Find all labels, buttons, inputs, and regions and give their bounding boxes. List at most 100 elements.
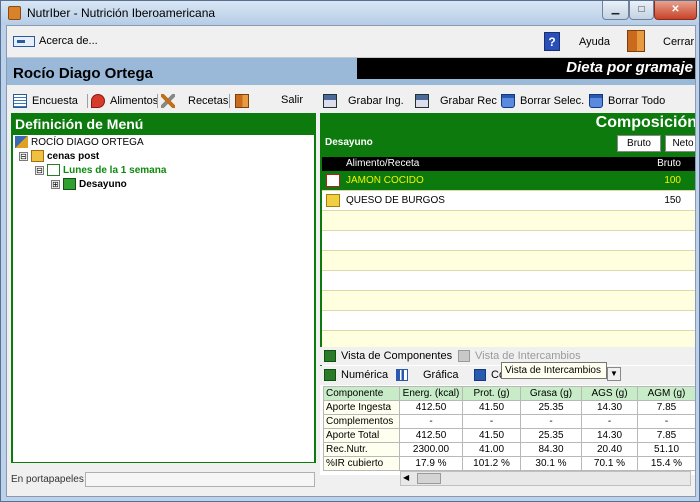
table-row-empty[interactable] (322, 231, 695, 251)
help-icon[interactable]: ? (544, 32, 560, 51)
header-agm: AGM (g) (637, 386, 695, 401)
scrollbar-thumb[interactable] (417, 473, 441, 484)
exit-icon[interactable] (235, 94, 249, 108)
row-label: Complementos (323, 414, 400, 429)
cell-value: 41.50 (462, 428, 521, 443)
composition-panel: Composición Desayuno Bruto Neto Alimento… (320, 113, 695, 373)
right-toolbar: Grabar Ing. Grabar Rec Borrar Selec. Bor… (319, 91, 695, 111)
config-icon (474, 369, 486, 381)
horizontal-scrollbar[interactable]: ◀ (400, 471, 691, 486)
encuesta-button[interactable]: Encuesta (13, 94, 78, 108)
table-row[interactable]: %IR cubierto 17.9 % 101.2 % 30.1 % 70.1 … (323, 456, 695, 471)
cell-value: 7.85 (637, 400, 695, 415)
table-row[interactable]: Aporte Total 412.50 41.50 25.35 14.30 7.… (323, 428, 695, 443)
status-field (85, 472, 315, 487)
recipe-icon (161, 94, 175, 108)
cheese-icon (326, 194, 340, 207)
client-area: Acerca de... ? Ayuda Cerrar Rocío Diago … (6, 25, 696, 497)
tab-graphic[interactable]: Gráfica (396, 369, 458, 381)
cell-value: 101.2 % (462, 456, 521, 471)
collapse-toggle[interactable]: ⊟ (19, 151, 28, 161)
cell-value: 14.30 (581, 400, 638, 415)
row-label: Aporte Total (323, 428, 400, 443)
tab-components-label: Vista de Componentes (341, 350, 453, 362)
recetas-label: Recetas (188, 95, 229, 107)
expand-toggle[interactable]: ⊞ (51, 179, 60, 189)
tree-label-patient: ROCÍO DIAGO ORTEGA (31, 136, 144, 148)
grabar-rec-label: Grabar Rec (440, 95, 497, 107)
tab-numeric-label: Numérica (341, 369, 389, 381)
exit-door-icon[interactable] (627, 30, 645, 52)
cell-value: - (637, 414, 695, 429)
cell-value: 14.30 (581, 428, 638, 443)
bar-chart-icon (396, 369, 408, 381)
close-window-button[interactable]: ✕ (654, 1, 697, 20)
salir-button[interactable]: Salir (281, 94, 303, 106)
left-toolbar: Encuesta Alimentos Recetas Salir (7, 91, 315, 111)
tree-node-plan[interactable]: ⊟ cenas post (19, 150, 99, 162)
food-grid: Alimento/Receta Bruto JAMON COCIDO 100 Q… (322, 157, 695, 372)
table-row[interactable]: QUESO DE BURGOS 150 (322, 191, 695, 211)
patient-bar: Rocío Diago Ortega Dieta por gramaje (7, 58, 695, 85)
bruto-button[interactable]: Bruto (617, 135, 661, 152)
cell-value: 70.1 % (581, 456, 638, 471)
save-disk-icon (323, 94, 337, 108)
maximize-button[interactable]: □ (629, 1, 654, 20)
tree-label-meal: Desayuno (79, 178, 127, 190)
cell-value: 41.50 (462, 400, 521, 415)
cell-value: - (520, 414, 582, 429)
components-grid-icon (324, 350, 336, 362)
plan-book-icon (31, 150, 44, 162)
column-food: Alimento/Receta (346, 158, 420, 169)
neto-button[interactable]: Neto (665, 135, 695, 152)
table-row-empty[interactable] (322, 291, 695, 311)
tree-node-day[interactable]: ⊟ Lunes de la 1 semana (35, 164, 166, 176)
about-button[interactable]: Acerca de... (13, 35, 98, 47)
table-row-empty[interactable] (322, 311, 695, 331)
header-energy: Energ. (kcal) (399, 386, 463, 401)
minimize-button[interactable]: ▁ (602, 1, 629, 20)
cell-value: 41.00 (462, 442, 521, 457)
table-row[interactable]: Aporte Ingesta 412.50 41.50 25.35 14.30 … (323, 400, 695, 415)
tab-exchanges-view[interactable]: Vista de Intercambios (458, 350, 581, 362)
tab-numeric[interactable]: Numérica (324, 369, 388, 381)
row-label: Rec.Nutr. (323, 442, 400, 457)
tab-components-view[interactable]: Vista de Componentes (324, 350, 452, 362)
calendar-icon (47, 164, 60, 176)
tab-graphic-label: Gráfica (423, 369, 459, 381)
help-button[interactable]: Ayuda (579, 36, 610, 48)
trash-icon (589, 94, 603, 108)
tree-node-patient[interactable]: ROCÍO DIAGO ORTEGA (15, 136, 144, 148)
patient-name: Rocío Diago Ortega (13, 65, 154, 82)
cell-value: 51.10 (637, 442, 695, 457)
table-row[interactable]: Complementos - - - - - (323, 414, 695, 429)
scroll-left-icon[interactable]: ◀ (403, 473, 409, 482)
menu-definition-panel: Definición de Menú ROCÍO DIAGO ORTEGA ⊟ … (11, 113, 316, 463)
header-component: Componente (323, 386, 400, 401)
grabar-rec-button[interactable]: Grabar Rec (415, 94, 497, 108)
table-header-row: Componente Energ. (kcal) Prot. (g) Grasa… (323, 386, 695, 401)
app-window: NutrIber - Nutrición Iberoamericana ▁ □ … (0, 0, 700, 502)
borrar-todo-button[interactable]: Borrar Todo (589, 94, 665, 108)
title-bar[interactable]: NutrIber - Nutrición Iberoamericana ▁ □ … (1, 1, 699, 25)
tree-node-meal[interactable]: ⊞ Desayuno (51, 178, 127, 190)
table-row[interactable]: Rec.Nutr. 2300.00 41.00 84.30 20.40 51.1… (323, 442, 695, 457)
borrar-selec-button[interactable]: Borrar Selec. (501, 94, 584, 108)
alimentos-button[interactable]: Alimentos (91, 94, 158, 108)
grabar-ing-button[interactable]: Grabar Ing. (323, 94, 404, 108)
menu-tree: ROCÍO DIAGO ORTEGA ⊟ cenas post ⊟ Lunes … (13, 135, 314, 462)
row-label: Aporte Ingesta (323, 400, 400, 415)
collapse-toggle[interactable]: ⊟ (35, 165, 44, 175)
header-protein: Prot. (g) (462, 386, 521, 401)
recetas-button[interactable]: Recetas (161, 94, 228, 108)
table-row-empty[interactable] (322, 251, 695, 271)
window-title: NutrIber - Nutrición Iberoamericana (27, 6, 216, 20)
table-row[interactable]: JAMON COCIDO 100 (322, 171, 695, 191)
table-row-empty[interactable] (322, 211, 695, 231)
tab-exchanges-label: Vista de Intercambios (475, 350, 581, 362)
chevron-down-icon[interactable]: ▼ (607, 367, 621, 381)
table-row-empty[interactable] (322, 271, 695, 291)
cell-value: 412.50 (399, 428, 463, 443)
cell-value: - (462, 414, 521, 429)
close-button[interactable]: Cerrar (663, 36, 694, 48)
